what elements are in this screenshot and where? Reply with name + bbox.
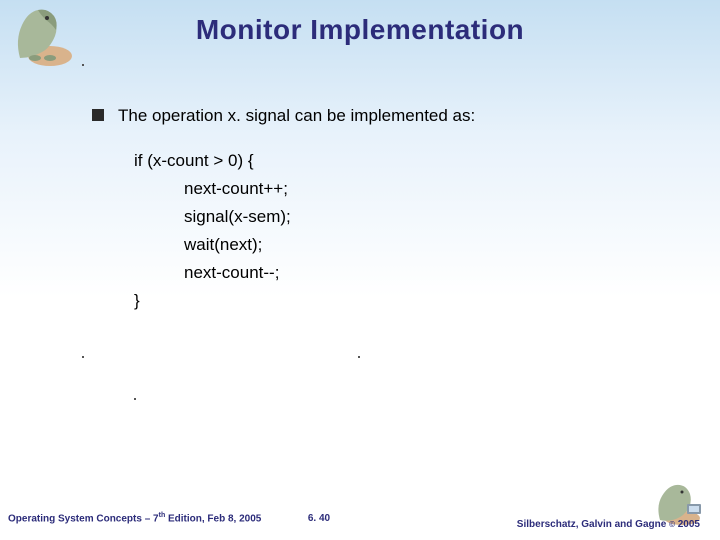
decorative-dot [134,398,136,400]
slide-footer: Operating System Concepts – 7th Edition,… [8,512,630,524]
decorative-dot [82,64,84,66]
footer-right-pre: Silberschatz, Galvin and Gagne [517,519,669,530]
slide-content: The operation x. signal can be implement… [92,105,680,315]
bullet-text: The operation x. signal can be implement… [118,105,475,127]
bullet-square-icon [92,109,104,121]
code-line-5: next-count--; [134,259,680,287]
code-line-4: wait(next); [134,231,680,259]
footer-right-year: 2005 [675,519,700,530]
bullet-post: can be implemented as: [290,106,475,125]
code-line-3: signal(x-sem); [134,203,680,231]
decorative-dot [82,356,84,358]
bullet-pre: The operation [118,106,228,125]
code-line-6: } [134,287,680,315]
slide-title: Monitor Implementation [0,0,720,46]
footer-right: Silberschatz, Galvin and Gagne © 2005 [517,519,700,530]
code-line-1: if (x-count > 0) { [134,147,680,175]
dinosaur-logo-top [0,0,78,68]
code-block: if (x-count > 0) { next-count++; signal(… [134,147,680,315]
bullet-item: The operation x. signal can be implement… [92,105,680,127]
bullet-op: x. signal [228,106,290,125]
decorative-dot [358,356,360,358]
code-line-2: next-count++; [134,175,680,203]
